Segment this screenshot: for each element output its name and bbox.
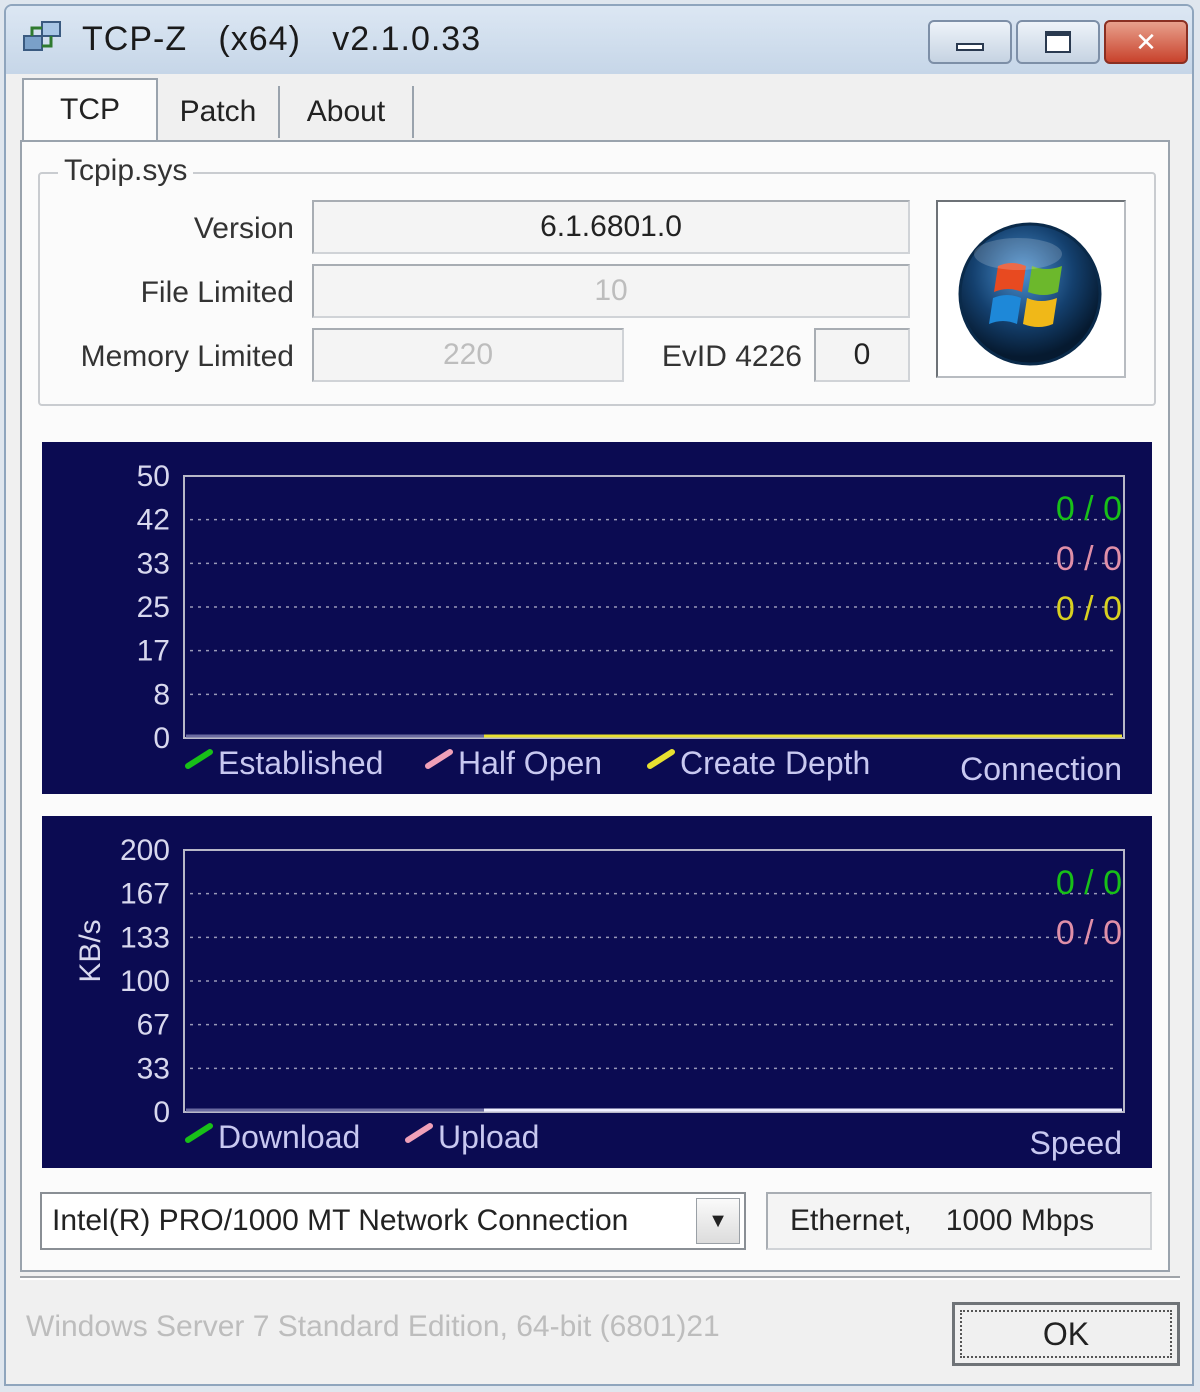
windows-logo-icon [958, 222, 1102, 366]
connection-y-tick: 8 [153, 678, 170, 711]
close-icon: ✕ [1135, 26, 1157, 57]
connection-graph-svg: 50 42 33 25 17 8 0 0 / 0 0 / 0 0 / 0 Established Ha… [137, 460, 1125, 787]
speed-graph: 200 167 133 100 67 33 0 0 / 0 0 / 0 Download Uploa… [42, 816, 1152, 1168]
minimize-icon [956, 43, 984, 51]
connection-y-tick: 0 [153, 722, 170, 755]
evid-label: EvID 4226 [661, 340, 802, 373]
adapter-info: Ethernet, 1000 Mbps [766, 1192, 1152, 1250]
connection-y-tick: 17 [137, 635, 170, 668]
minimize-button[interactable] [928, 20, 1012, 64]
tab-tcp[interactable]: TCP [22, 78, 158, 140]
os-logo-frame [936, 200, 1126, 378]
tab-strip: TCP Patch About [22, 78, 1172, 142]
speed-y-tick: 0 [153, 1096, 170, 1129]
connection-legend-label: Create Depth [680, 745, 870, 781]
speed-legend-label: Download [218, 1119, 360, 1155]
speed-y-tick: 67 [137, 1009, 170, 1042]
maximize-button[interactable] [1016, 20, 1100, 64]
adapter-speed: 1000 Mbps [945, 1204, 1095, 1237]
version-field: 6.1.6801.0 [312, 200, 910, 254]
connection-readout: 0 / 0 [1056, 540, 1122, 578]
title-bar[interactable]: TCP-Z (x64) v2.1.0.33 ✕ [6, 6, 1192, 74]
speed-legend-label: Upload [438, 1119, 539, 1155]
speed-legend-swatch [185, 1123, 213, 1143]
speed-y-tick: 200 [120, 834, 170, 867]
connection-legend-swatch [425, 749, 453, 769]
speed-y-axis-label: KB/s [74, 919, 107, 982]
connection-legend-swatch [185, 749, 213, 769]
speed-graph-svg: 200 167 133 100 67 33 0 0 / 0 0 / 0 Download Uploa… [74, 834, 1125, 1161]
chevron-down-icon[interactable]: ▼ [696, 1198, 740, 1244]
connection-caption: Connection [960, 751, 1122, 787]
speed-readout: 0 / 0 [1056, 864, 1122, 902]
window-title: TCP-Z (x64) v2.1.0.33 [82, 20, 482, 58]
speed-legend-swatch [405, 1123, 433, 1143]
adapter-type: Ethernet, [790, 1204, 912, 1237]
adapter-select-value: Intel(R) PRO/1000 MT Network Connection [52, 1204, 629, 1237]
maximize-icon [1045, 31, 1071, 53]
close-button[interactable]: ✕ [1104, 20, 1188, 64]
footer-separator [20, 1276, 1180, 1280]
connection-graph: 50 42 33 25 17 8 0 0 / 0 0 / 0 0 / 0 Established Ha… [42, 442, 1152, 794]
connection-legend-label: Established [218, 745, 383, 781]
connection-y-tick: 50 [137, 460, 170, 493]
speed-y-tick: 100 [120, 965, 170, 998]
ok-button[interactable]: OK [952, 1302, 1180, 1366]
connection-legend-label: Half Open [458, 745, 602, 781]
connection-readout: 0 / 0 [1056, 490, 1122, 528]
os-version-text: Windows Server 7 Standard Edition, 64-bi… [26, 1310, 720, 1343]
speed-caption: Speed [1029, 1125, 1122, 1161]
connection-y-tick: 25 [137, 591, 170, 624]
memory-limited-label: Memory Limited [80, 340, 294, 373]
version-label: Version [193, 212, 294, 245]
file-limited-label: File Limited [140, 276, 294, 309]
speed-y-tick: 167 [120, 878, 170, 911]
connection-readout: 0 / 0 [1056, 590, 1122, 628]
tab-patch[interactable]: Patch [158, 86, 280, 138]
connection-y-tick: 33 [137, 547, 170, 580]
tab-about[interactable]: About [280, 86, 414, 138]
memory-limited-field[interactable]: 220 [312, 328, 624, 382]
connection-y-tick: 42 [137, 504, 170, 537]
speed-y-tick: 133 [120, 921, 170, 954]
speed-readout: 0 / 0 [1056, 914, 1122, 952]
evid-field[interactable]: 0 [814, 328, 910, 382]
adapter-select[interactable]: Intel(R) PRO/1000 MT Network Connection … [40, 1192, 746, 1250]
speed-y-tick: 33 [137, 1052, 170, 1085]
app-icon [23, 21, 61, 51]
tcpip-group-label: Tcpip.sys [58, 154, 194, 188]
connection-legend-swatch [647, 749, 675, 769]
file-limited-field[interactable]: 10 [312, 264, 910, 318]
